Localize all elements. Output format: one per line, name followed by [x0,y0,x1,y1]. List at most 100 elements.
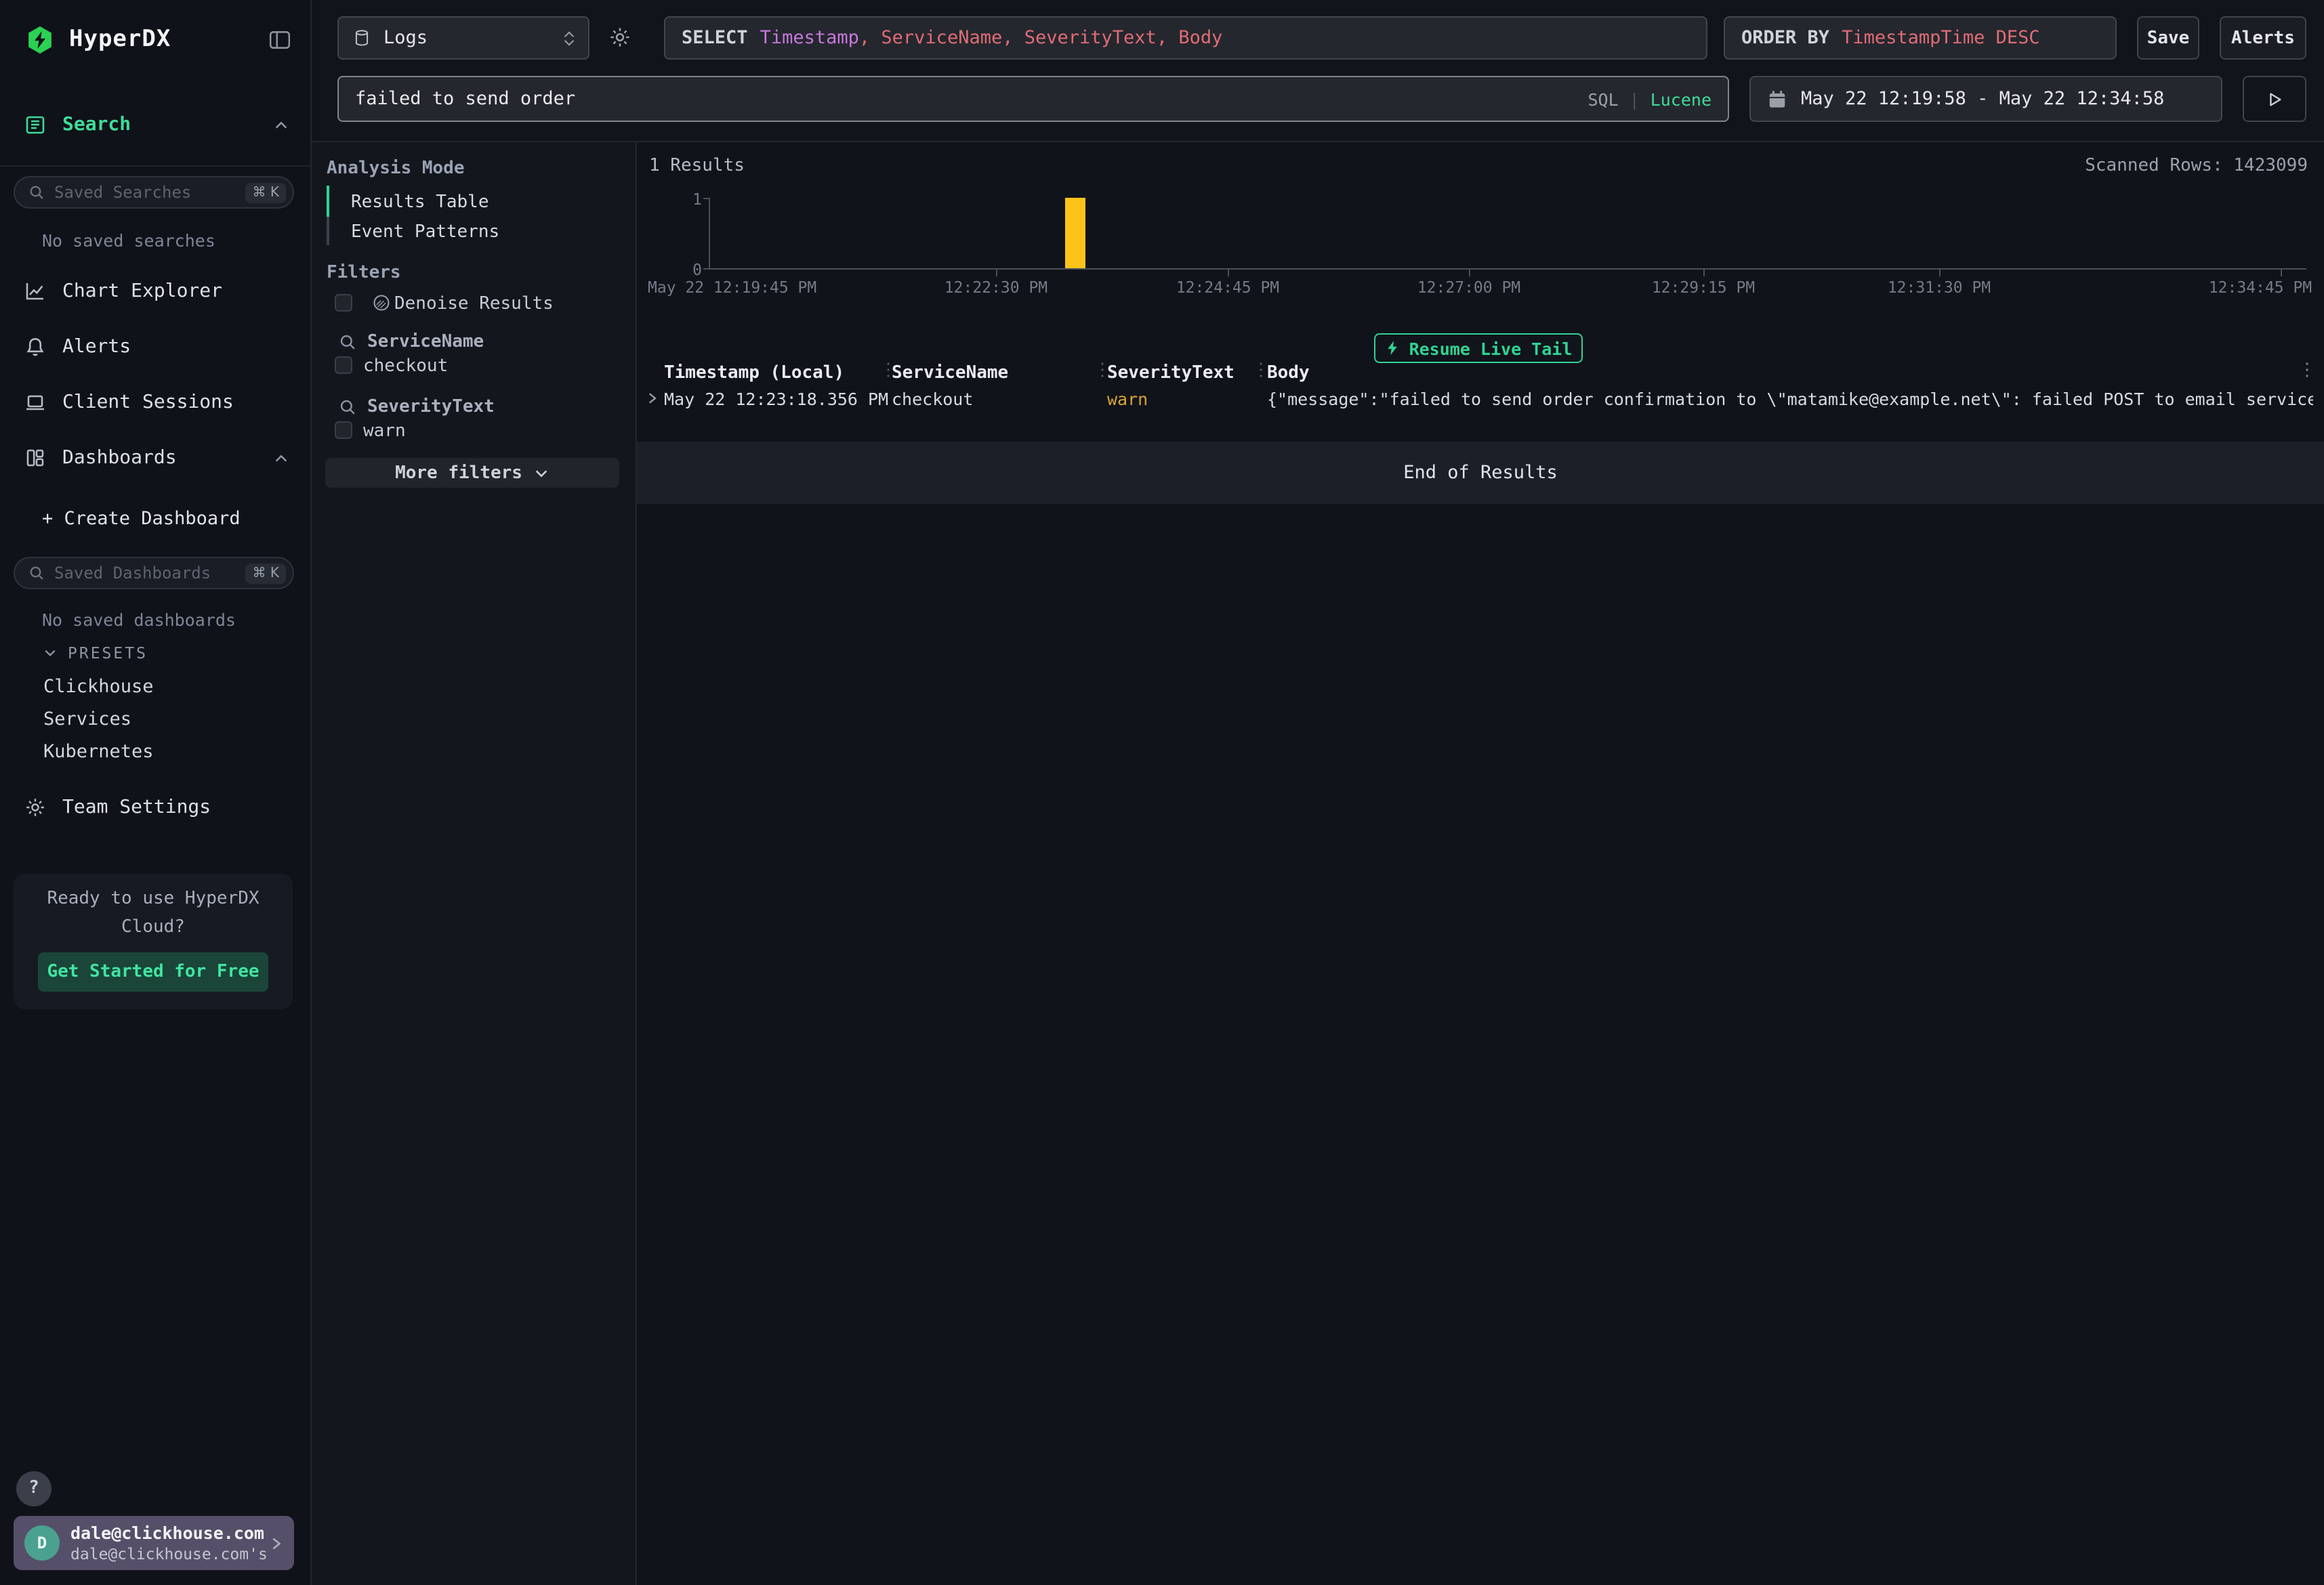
sidebar-item-chart-explorer[interactable]: Chart Explorer [0,272,310,310]
cloud-promo-card: Ready to use HyperDX Cloud? Get Started … [14,874,293,1009]
run-query-button[interactable] [2243,76,2306,122]
lang-toggle-lucene[interactable]: Lucene [1651,89,1711,109]
sidebar-item-label: Dashboards [62,447,177,469]
search-page-icon [24,114,47,135]
saved-dashboards-search[interactable]: ⌘ K [14,557,294,589]
shortcut-badge: ⌘ K [246,563,287,583]
filter-checkbox-warn[interactable] [335,421,352,439]
cell-timestamp[interactable]: May 22 12:23:18.356 PM [664,389,888,409]
lang-toggle-sql[interactable]: SQL [1588,89,1618,109]
search-input[interactable] [355,88,1588,110]
database-icon [352,28,371,47]
order-by-input[interactable]: ORDER BYTimestampTime DESC [1724,16,2117,60]
chevron-up-icon[interactable] [274,117,289,132]
saved-searches-search[interactable]: ⌘ K [14,176,294,209]
resume-live-tail-button[interactable]: Resume Live Tail [1374,333,1583,363]
filter-option-label[interactable]: warn [363,421,406,442]
hyperdx-app: HyperDX Search ⌘ K [0,0,2324,1585]
user-email: dale@clickhouse.com [70,1523,268,1543]
promo-text: Cloud? [14,917,293,937]
select-field: Body [1178,27,1222,49]
comma: , [1002,27,1024,49]
get-started-button[interactable]: Get Started for Free [38,952,268,992]
mode-event-patterns[interactable]: Event Patterns [351,222,499,242]
brand-row: HyperDX [24,22,291,57]
denoise-checkbox[interactable] [335,294,352,312]
x-tick-label: 12:29:15 PM [1652,278,1755,297]
time-range-picker[interactable]: May 22 12:19:58 - May 22 12:34:58 [1749,76,2222,122]
more-filters-button[interactable]: More filters [325,458,619,488]
x-tick-label: 12:22:30 PM [945,278,1047,297]
chevron-down-icon [535,465,549,480]
sidebar-item-search[interactable]: Search [0,106,310,144]
search-icon [339,398,356,416]
histogram-bar[interactable] [1065,198,1085,268]
sidebar: HyperDX Search ⌘ K [0,0,312,1585]
dashboard-grid-icon [24,447,47,469]
sidebar-divider [0,165,310,167]
sidebar-collapse-icon[interactable] [268,28,291,51]
alerts-button[interactable]: Alerts [2220,16,2306,60]
denoise-icon [371,293,392,313]
user-menu[interactable]: D dale@clickhouse.com dale@clickhouse.co… [14,1516,294,1570]
select-field: ServiceName [881,27,1002,49]
x-axis-tick [1228,270,1229,276]
source-settings-gear-icon[interactable] [608,26,631,49]
no-saved-searches-note: No saved searches [42,230,215,251]
source-select-value: Logs [383,27,428,49]
create-dashboard-button[interactable]: + Create Dashboard [42,508,241,530]
filters-label: Filters [327,263,401,283]
mode-results-table[interactable]: Results Table [351,192,489,213]
select-clause-input[interactable]: SELECTTimestamp, ServiceName, SeverityTe… [664,16,1707,60]
save-button[interactable]: Save [2137,16,2199,60]
preset-clickhouse[interactable]: Clickhouse [43,676,154,698]
cell-severity[interactable]: warn [1107,389,1148,409]
cell-body[interactable]: {"message":"failed to send order confirm… [1267,389,2313,409]
filter-group-severitytext[interactable]: SeverityText [339,397,495,417]
cell-servicename[interactable]: checkout [892,389,973,409]
sidebar-item-label: Client Sessions [62,392,234,413]
x-tick-label: 12:27:00 PM [1417,278,1520,297]
sidebar-item-alerts[interactable]: Alerts [0,328,310,366]
column-header-severitytext[interactable]: SeverityText [1107,363,1234,383]
sidebar-item-label: Search [62,114,131,135]
select-keyword: SELECT [682,27,748,49]
saved-searches-input[interactable] [54,183,246,202]
end-of-results: End of Results [637,442,2324,504]
help-button[interactable]: ? [16,1471,51,1506]
filter-panel: Analysis Mode Results Table Event Patter… [312,142,637,1585]
search-icon [339,333,356,351]
row-expand-chevron[interactable] [645,392,659,405]
preset-kubernetes[interactable]: Kubernetes [43,741,154,763]
brand-title: HyperDX [69,26,171,53]
chevron-up-icon[interactable] [274,450,289,465]
column-header-servicename[interactable]: ServiceName [892,363,1008,383]
mode-rail [327,186,329,245]
resume-live-tail-label: Resume Live Tail [1409,338,1573,358]
presets-toggle[interactable]: PRESETS [43,643,148,662]
scanned-rows: Scanned Rows: 1423099 [2085,156,2308,176]
filter-group-servicename[interactable]: ServiceName [339,332,484,352]
comma: , [859,27,881,49]
sidebar-item-dashboards[interactable]: Dashboards [0,439,310,477]
table-options-icon[interactable]: ⋮ [2298,360,2316,381]
x-axis-tick [1703,270,1705,276]
calendar-icon [1767,89,1787,109]
y-axis [709,198,710,268]
preset-services[interactable]: Services [43,709,131,730]
saved-dashboards-input[interactable] [54,564,246,583]
shortcut-badge: ⌘ K [246,182,287,203]
filter-option-label[interactable]: checkout [363,356,448,377]
sidebar-item-client-sessions[interactable]: Client Sessions [0,383,310,421]
x-axis-tick [1939,270,1941,276]
time-range-value: May 22 12:19:58 - May 22 12:34:58 [1801,88,2164,110]
column-header-timestamp[interactable]: Timestamp (Local) [664,363,844,383]
source-select[interactable]: Logs [337,16,589,60]
x-tick-label: 12:34:45 PM [2209,278,2312,297]
results-count: 1 Results [649,156,745,176]
denoise-label[interactable]: Denoise Results [394,294,554,314]
search-query-box: SQL | Lucene [337,76,1729,122]
filter-checkbox-checkout[interactable] [335,356,352,374]
column-header-body[interactable]: Body [1267,363,1310,383]
sidebar-item-team-settings[interactable]: Team Settings [0,788,310,826]
